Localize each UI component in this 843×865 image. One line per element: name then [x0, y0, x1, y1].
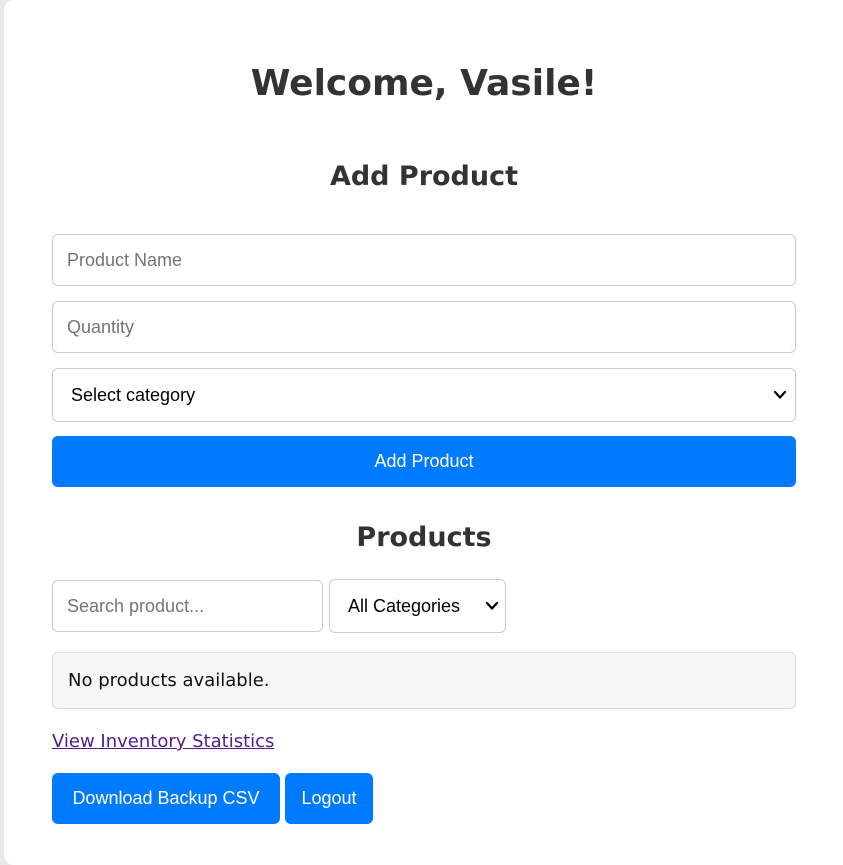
add-product-heading: Add Product	[329, 161, 519, 192]
empty-products-text: No products available.	[68, 670, 270, 691]
chevron-down-icon	[485, 601, 499, 610]
add-product-button-label: Add Product	[374, 451, 474, 471]
quantity-input[interactable]	[52, 301, 796, 353]
category-filter-select[interactable]: All Categories	[329, 579, 506, 633]
page-title: Welcome, Vasile!	[250, 63, 598, 104]
add-product-button[interactable]: Add Product	[52, 436, 796, 487]
category-select[interactable]: Select category	[52, 368, 796, 422]
download-backup-button[interactable]: Download Backup CSV	[52, 773, 280, 824]
product-name-input[interactable]	[52, 234, 796, 286]
download-backup-label: Download Backup CSV	[72, 788, 260, 808]
category-select-value: Select category	[71, 384, 196, 405]
logout-label: Logout	[301, 788, 357, 808]
logout-button[interactable]: Logout	[285, 773, 373, 824]
category-filter-value: All Categories	[348, 595, 461, 616]
chevron-down-icon	[773, 390, 787, 399]
search-product-input[interactable]	[52, 580, 323, 632]
view-statistics-link[interactable]: View Inventory Statistics	[52, 730, 274, 754]
empty-products-message: No products available.	[52, 652, 796, 709]
products-heading: Products	[356, 522, 492, 553]
main-card: Welcome, Vasile! Add Product Select cate…	[4, 0, 843, 865]
